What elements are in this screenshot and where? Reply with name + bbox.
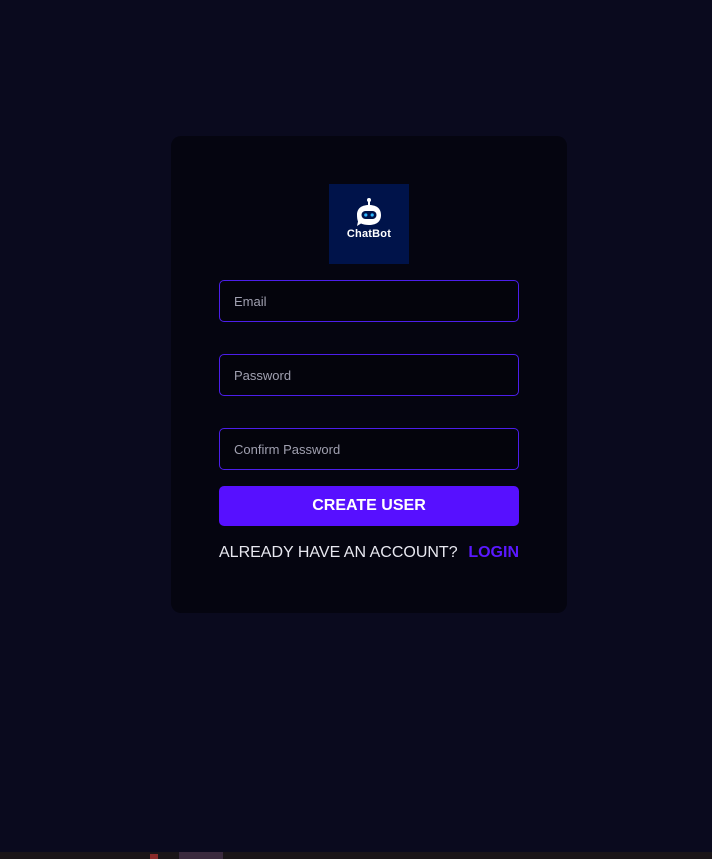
confirm-password-field[interactable]: [219, 428, 519, 470]
chatbot-logo: ChatBot: [329, 184, 409, 264]
logo-text: ChatBot: [346, 228, 392, 240]
confirm-password-input[interactable]: [232, 440, 518, 458]
signup-page: ChatBot CREATE USER ALREADY HAVE AN ACCO…: [0, 0, 712, 859]
email-input[interactable]: [232, 292, 518, 310]
password-field[interactable]: [219, 354, 519, 396]
create-user-button[interactable]: CREATE USER: [219, 486, 519, 526]
signup-card: ChatBot CREATE USER ALREADY HAVE AN ACCO…: [171, 136, 567, 613]
login-link[interactable]: LOGIN: [468, 544, 519, 562]
password-input[interactable]: [232, 366, 518, 384]
taskbar-icon[interactable]: [150, 854, 158, 859]
email-field[interactable]: [219, 280, 519, 322]
login-prompt: ALREADY HAVE AN ACCOUNT? LOGIN: [219, 544, 519, 562]
taskbar-item[interactable]: [179, 852, 223, 859]
robot-icon: [357, 198, 381, 226]
taskbar: [0, 852, 712, 859]
already-have-account-text: ALREADY HAVE AN ACCOUNT?: [219, 544, 458, 561]
